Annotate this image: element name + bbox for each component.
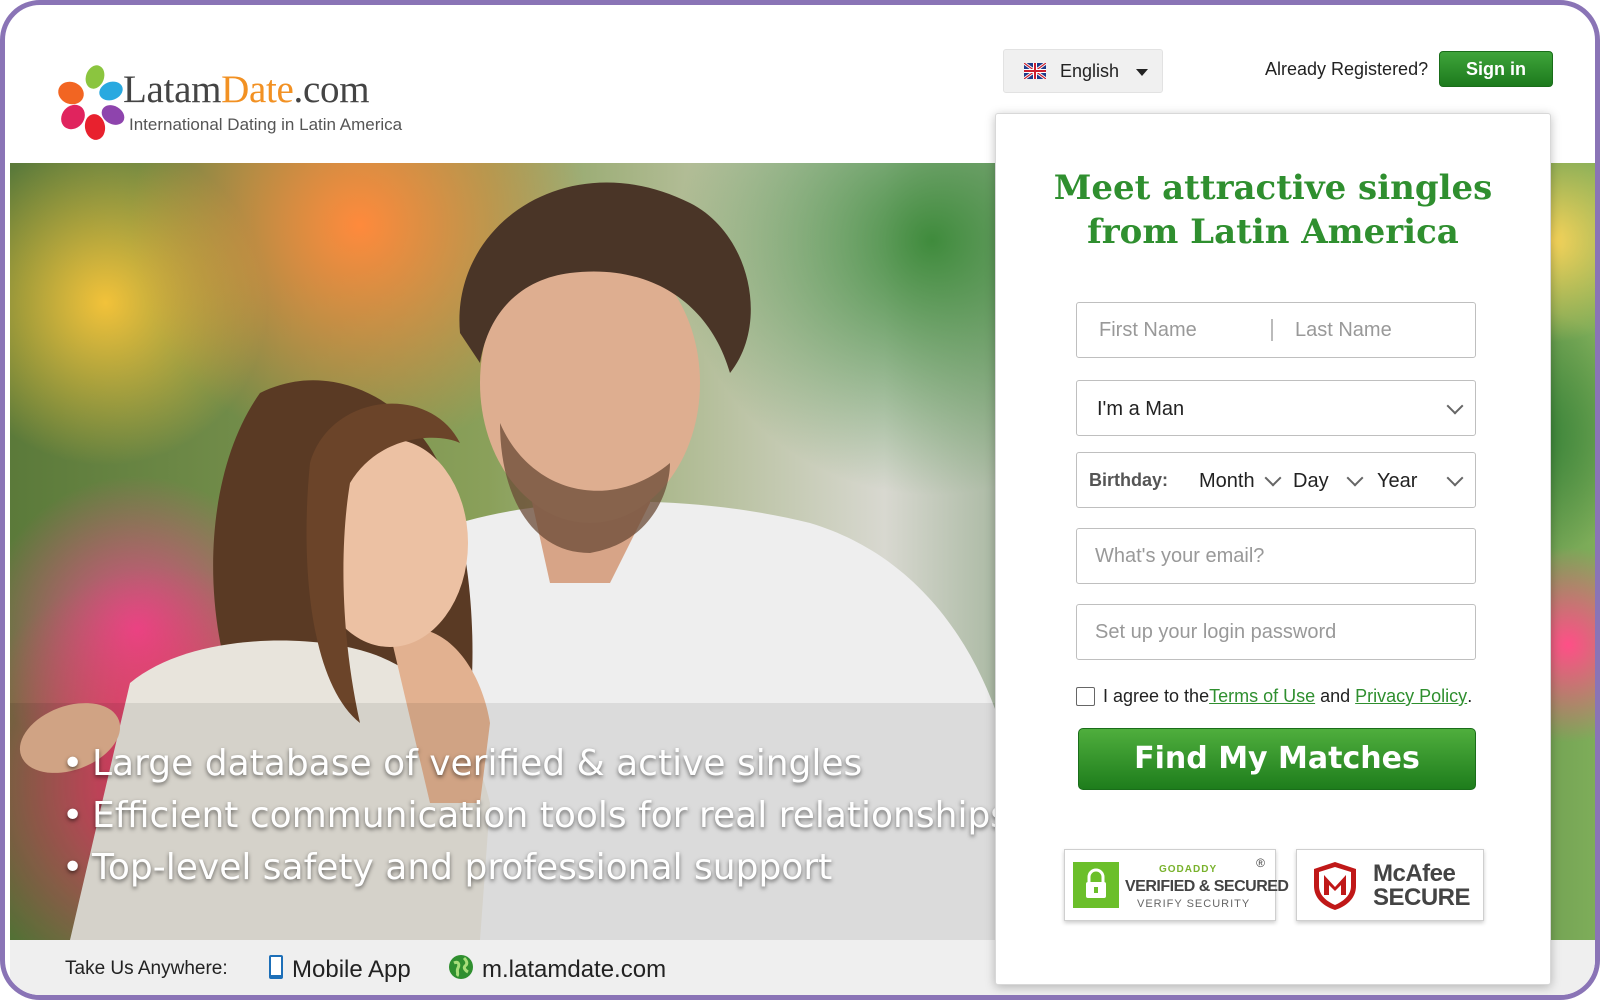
bullet-icon: • <box>62 743 84 784</box>
month-select[interactable]: Month <box>1199 470 1255 493</box>
lock-icon <box>1073 862 1119 908</box>
mcafee-badge[interactable]: McAfee SECURE <box>1296 849 1484 921</box>
name-field <box>1076 302 1476 358</box>
signup-title-line2: from Latin America <box>1087 212 1459 252</box>
logo-icon[interactable] <box>55 63 125 141</box>
email-input[interactable] <box>1077 529 1473 583</box>
agree-middle: and <box>1315 686 1356 706</box>
chevron-down-icon <box>1446 469 1464 487</box>
email-field <box>1076 528 1476 584</box>
chevron-down-icon <box>1346 469 1364 487</box>
feature-text: Top-level safety and professional suppor… <box>92 847 833 888</box>
password-input[interactable] <box>1077 605 1473 659</box>
chevron-down-icon <box>1446 397 1464 415</box>
gender-select[interactable]: I'm a Man <box>1076 380 1476 436</box>
birthday-field: Birthday: Month Day Year <box>1076 452 1476 508</box>
caret-down-icon <box>1136 69 1148 76</box>
signup-card: Meet attractive singles from Latin Ameri… <box>995 113 1551 985</box>
brand-tagline: International Dating in Latin America <box>129 115 403 134</box>
bullet-icon: • <box>62 795 84 836</box>
take-us-anywhere-label: Take Us Anywhere: <box>65 958 228 979</box>
godaddy-badge[interactable]: GODADDY VERIFIED & SECURED VERIFY SECURI… <box>1064 849 1289 921</box>
name-separator <box>1271 319 1273 341</box>
agree-suffix: . <box>1467 686 1473 706</box>
year-select[interactable]: Year <box>1377 470 1417 493</box>
find-my-matches-button[interactable]: Find My Matches <box>1078 728 1476 790</box>
mobile-app-text: Mobile App <box>292 955 411 983</box>
language-label: English <box>1060 60 1120 81</box>
agree-checkbox[interactable] <box>1076 687 1095 706</box>
agree-row: I agree to the Terms of Use and Privacy … <box>1076 686 1472 707</box>
signup-title-line1: Meet attractive singles <box>1053 168 1493 208</box>
gender-value: I'm a Man <box>1097 398 1185 420</box>
feature-item: • Large database of verified & active sin… <box>62 738 1009 790</box>
day-select[interactable]: Day <box>1293 470 1329 493</box>
registered-mark: ® <box>1256 856 1265 870</box>
last-name-input[interactable] <box>1277 303 1473 357</box>
mcafee-text-line2: SECURE <box>1373 884 1471 911</box>
terms-of-use-link[interactable]: Terms of Use <box>1209 686 1315 707</box>
uk-flag-icon <box>1023 61 1047 81</box>
bullet-icon: • <box>62 847 84 888</box>
phone-icon <box>268 954 284 985</box>
agree-prefix: I agree to the <box>1103 686 1210 706</box>
godaddy-brand: GODADDY <box>1159 864 1218 875</box>
godaddy-sub-text: VERIFY SECURITY <box>1137 898 1251 910</box>
mobile-app-link[interactable]: Mobile App <box>268 954 411 985</box>
sign-in-button[interactable]: Sign in <box>1439 51 1553 87</box>
window-frame: LatamDate.com International Dating in La… <box>0 0 1600 1000</box>
chevron-down-icon <box>1264 469 1282 487</box>
brand-name-part1: Latam <box>123 68 222 111</box>
birthday-label: Birthday: <box>1089 470 1169 490</box>
feature-item: • Efficient communication tools for real … <box>62 790 1009 842</box>
feature-text: Large database of verified & active sing… <box>92 743 863 784</box>
brand-name-part2: Date <box>221 68 294 111</box>
mcafee-text-line1: McAfee <box>1373 860 1456 887</box>
language-selector[interactable]: English <box>1003 49 1163 93</box>
globe-icon <box>448 954 474 985</box>
feature-list: • Large database of verified & active sin… <box>62 738 1009 894</box>
already-registered-text: Already Registered? <box>1265 59 1429 79</box>
feature-text: Efficient communication tools for real r… <box>92 795 1010 836</box>
brand-name-part3: .com <box>293 68 370 111</box>
signup-title: Meet attractive singles from Latin Ameri… <box>996 166 1550 254</box>
mcafee-shield-icon <box>1311 860 1359 917</box>
password-field <box>1076 604 1476 660</box>
brand-name[interactable]: LatamDate.com <box>123 67 370 112</box>
feature-item: • Top-level safety and professional suppo… <box>62 842 1009 894</box>
godaddy-main-text: VERIFIED & SECURED <box>1125 878 1289 895</box>
first-name-input[interactable] <box>1081 303 1271 357</box>
mobile-site-text: m.latamdate.com <box>482 955 667 983</box>
mobile-site-link[interactable]: m.latamdate.com <box>448 954 666 985</box>
privacy-policy-link[interactable]: Privacy Policy <box>1355 686 1467 707</box>
